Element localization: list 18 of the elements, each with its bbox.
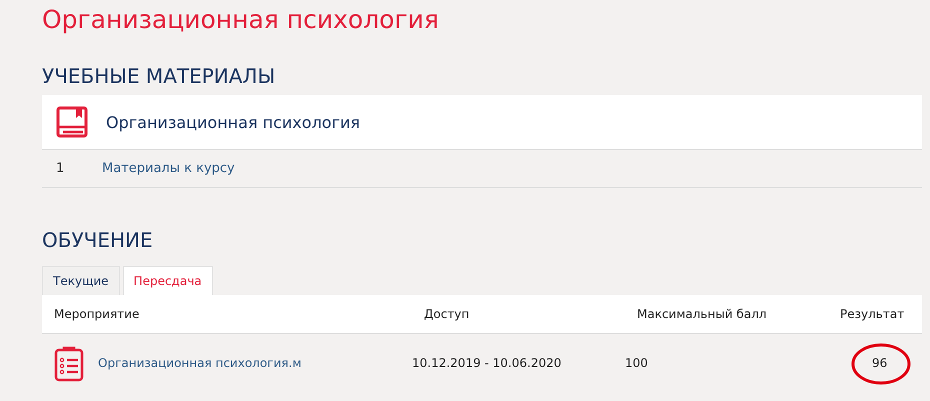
section-heading: УЧЕБНЫЕ МАТЕРИАЛЫ [42,63,276,90]
page-title: Организационная психология [42,4,440,36]
table-cell-text: 10.12.2019 - 10.06.2020 [412,356,562,370]
course-title: Организационная психология [106,112,360,132]
table-cell-text: 100 [625,356,649,370]
tab[interactable]: Пересдача [122,266,213,295]
column-header: Результат [839,307,906,321]
tab[interactable]: Текущие [42,266,120,295]
column-header: Доступ [423,307,470,321]
materials-link[interactable]: Материалы к курсу [102,161,235,176]
column-header: Мероприятие [53,307,140,321]
section-heading: ОБУЧЕНИЕ [42,227,154,254]
clipboard-icon [54,344,84,382]
table-cell: 96 [872,356,888,370]
column-header: Максимальный балл [636,307,768,321]
book-icon [56,106,88,138]
item-number: 1 [55,161,66,176]
event-link[interactable]: Организационная психология.м [98,356,302,370]
